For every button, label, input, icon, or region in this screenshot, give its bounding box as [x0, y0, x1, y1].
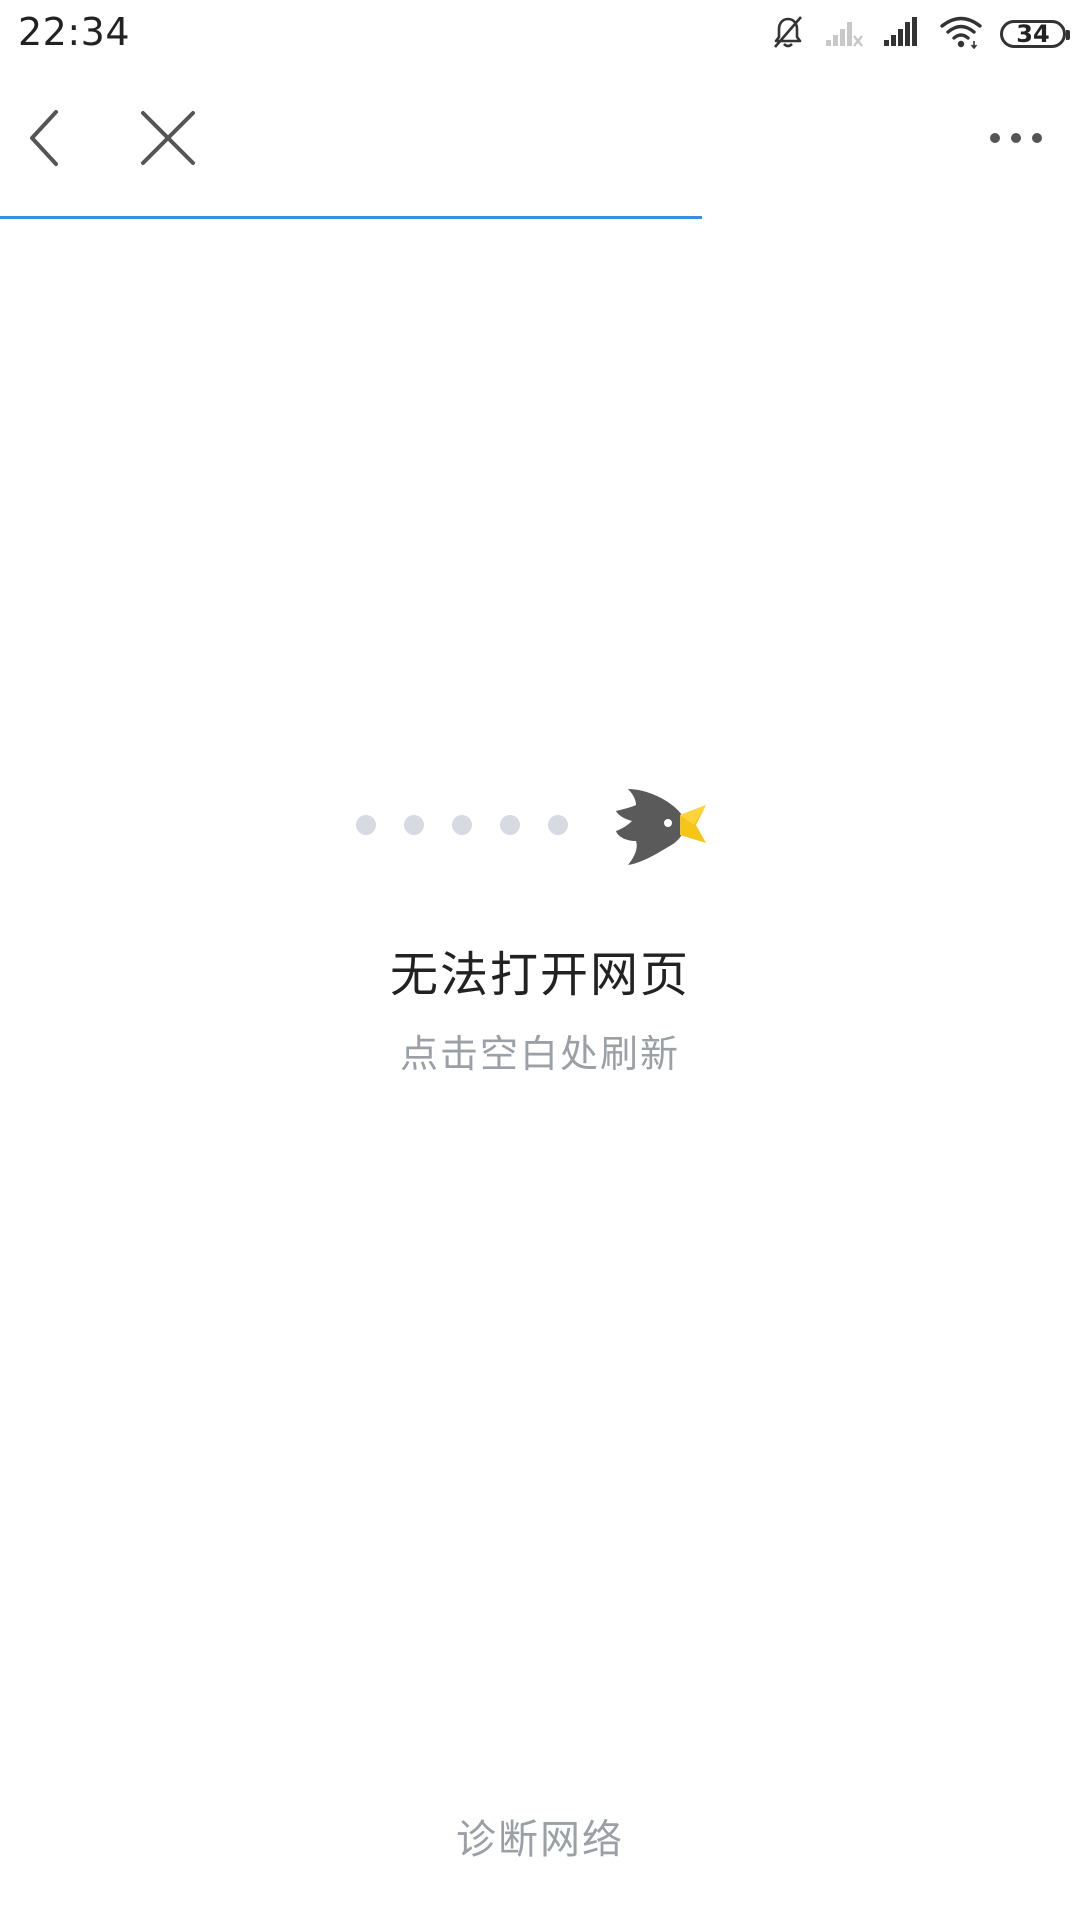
loading-dot [404, 815, 424, 835]
signal-sim1-icon [882, 16, 922, 52]
refresh-hint: 点击空白处刷新 [399, 1032, 680, 1076]
bird-loading-icon [616, 789, 706, 865]
wifi-icon [940, 15, 982, 53]
loading-dot [548, 815, 568, 835]
more-horizontal-icon [990, 133, 1042, 143]
error-title: 无法打开网页 [389, 947, 690, 1003]
loading-dot [500, 815, 520, 835]
browser-toolbar [0, 66, 1080, 218]
close-icon [141, 111, 195, 165]
more-button[interactable] [980, 114, 1052, 162]
status-icons: 34 [770, 14, 1070, 54]
close-button[interactable] [130, 106, 206, 170]
battery-level: 34 [1016, 20, 1050, 48]
chevron-left-icon [30, 110, 58, 166]
back-button[interactable] [14, 106, 78, 170]
loading-dot [356, 815, 376, 835]
notifications-muted-icon [770, 14, 806, 54]
loading-dot [452, 815, 472, 835]
error-illustration [356, 775, 726, 875]
diagnose-network-button[interactable]: 诊断网络 [0, 1807, 1080, 1865]
error-page[interactable]: 无法打开网页 点击空白处刷新 诊断网络 [0, 219, 1080, 1920]
signal-sim2-no-service-icon [824, 16, 864, 52]
status-bar: 22:34 34 [0, 0, 1080, 66]
status-time: 22:34 [18, 10, 131, 54]
battery-icon: 34 [1000, 20, 1070, 48]
